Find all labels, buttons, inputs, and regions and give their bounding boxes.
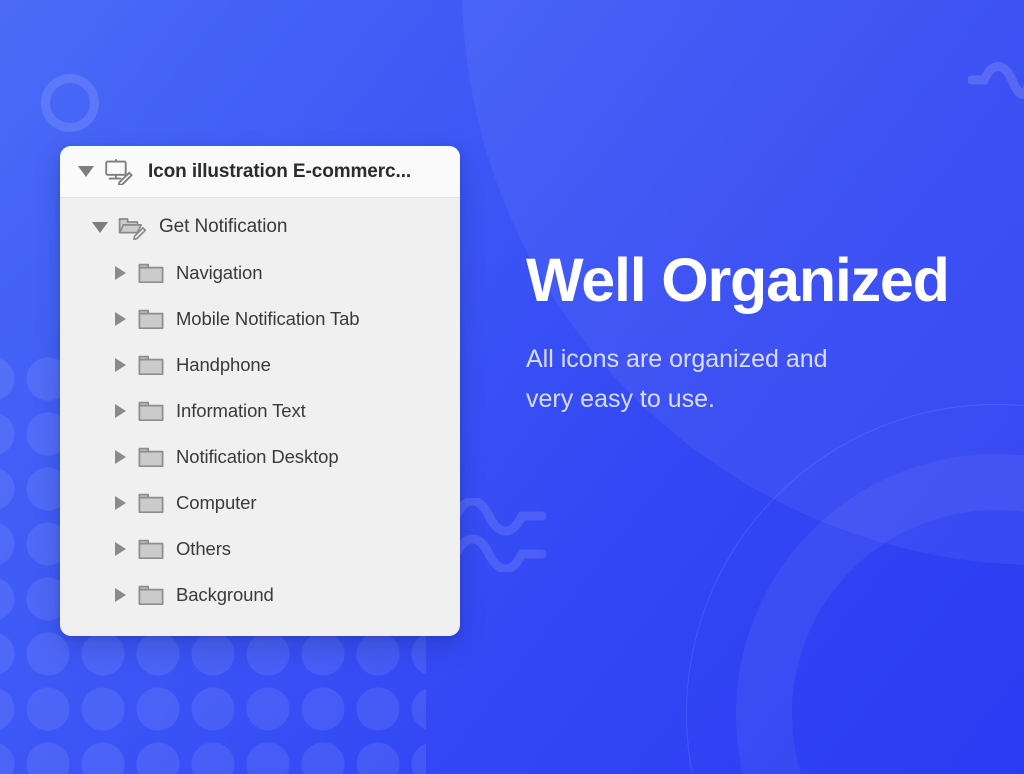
ring-outline-large-decoration [686, 404, 1024, 774]
tree-group-get-notification[interactable]: Get Notification [60, 204, 460, 250]
promo-subcopy: All icons are organized and very easy to… [526, 339, 996, 420]
tree-item-navigation[interactable]: Navigation [60, 250, 460, 296]
promo-subcopy-line-1: All icons are organized and [526, 344, 828, 373]
promo-banner: Well Organized All icons are organized a… [0, 0, 1024, 774]
layers-panel: Icon illustration E-commerc... Get Notif… [60, 146, 460, 636]
donut-large-decoration [736, 454, 1024, 774]
triangle-right-icon[interactable] [110, 493, 130, 513]
squiggle-top-right-decoration [968, 62, 1024, 99]
tree-item-notification-desktop[interactable]: Notification Desktop [60, 434, 460, 480]
triangle-right-icon[interactable] [110, 401, 130, 421]
folder-icon [136, 580, 166, 610]
tree-item-label: Information Text [176, 400, 306, 421]
tree-item-background[interactable]: Background [60, 572, 460, 618]
triangle-right-icon[interactable] [110, 539, 130, 559]
tree-item-label: Navigation [176, 262, 263, 283]
triangle-right-glyph [114, 542, 126, 556]
tree-item-others[interactable]: Others [60, 526, 460, 572]
tree-item-label: Others [176, 538, 231, 559]
triangle-right-glyph [114, 358, 126, 372]
tree-item-label: Background [176, 584, 274, 605]
triangle-right-glyph [114, 496, 126, 510]
layers-panel-header[interactable]: Icon illustration E-commerc... [60, 146, 460, 198]
tree-item-mobile-notification-tab[interactable]: Mobile Notification Tab [60, 296, 460, 342]
tree-group-label: Get Notification [159, 216, 288, 237]
triangle-right-glyph [114, 404, 126, 418]
triangle-right-icon[interactable] [110, 309, 130, 329]
tree-item-label: Mobile Notification Tab [176, 308, 360, 329]
tree-item-label: Notification Desktop [176, 446, 339, 467]
triangle-down-icon[interactable] [90, 217, 110, 237]
monitor-pencil-icon [102, 157, 136, 187]
folder-icon [136, 534, 166, 564]
folder-icon [136, 258, 166, 288]
promo-copy: Well Organized All icons are organized a… [526, 248, 996, 420]
triangle-down-glyph [78, 166, 94, 177]
triangle-right-icon[interactable] [110, 447, 130, 467]
triangle-right-icon[interactable] [110, 585, 130, 605]
layers-tree: Get Notification Navigation Mobile Notif… [60, 198, 460, 636]
triangle-down-icon[interactable] [76, 162, 96, 182]
folder-icon [136, 304, 166, 334]
tree-item-handphone[interactable]: Handphone [60, 342, 460, 388]
page-title: Well Organized [526, 246, 950, 314]
folder-icon [136, 350, 166, 380]
triangle-right-icon[interactable] [110, 355, 130, 375]
tree-item-label: Computer [176, 492, 257, 513]
folder-icon [136, 442, 166, 472]
triangle-right-icon[interactable] [110, 263, 130, 283]
folder-icon [136, 488, 166, 518]
layers-panel-title: Icon illustration E-commerc... [148, 160, 412, 182]
open-folder-pencil-icon [116, 212, 150, 242]
tree-item-information-text[interactable]: Information Text [60, 388, 460, 434]
triangle-right-glyph [114, 266, 126, 280]
promo-subcopy-line-2: very easy to use. [526, 385, 715, 414]
squiggle-left-decoration [452, 498, 547, 572]
tree-item-computer[interactable]: Computer [60, 480, 460, 526]
triangle-right-glyph [114, 588, 126, 602]
tree-item-label: Handphone [176, 354, 271, 375]
triangle-right-glyph [114, 450, 126, 464]
folder-icon [136, 396, 166, 426]
triangle-right-glyph [114, 312, 126, 326]
triangle-down-glyph [92, 221, 108, 233]
ring-small-top-left-decoration [41, 74, 99, 132]
